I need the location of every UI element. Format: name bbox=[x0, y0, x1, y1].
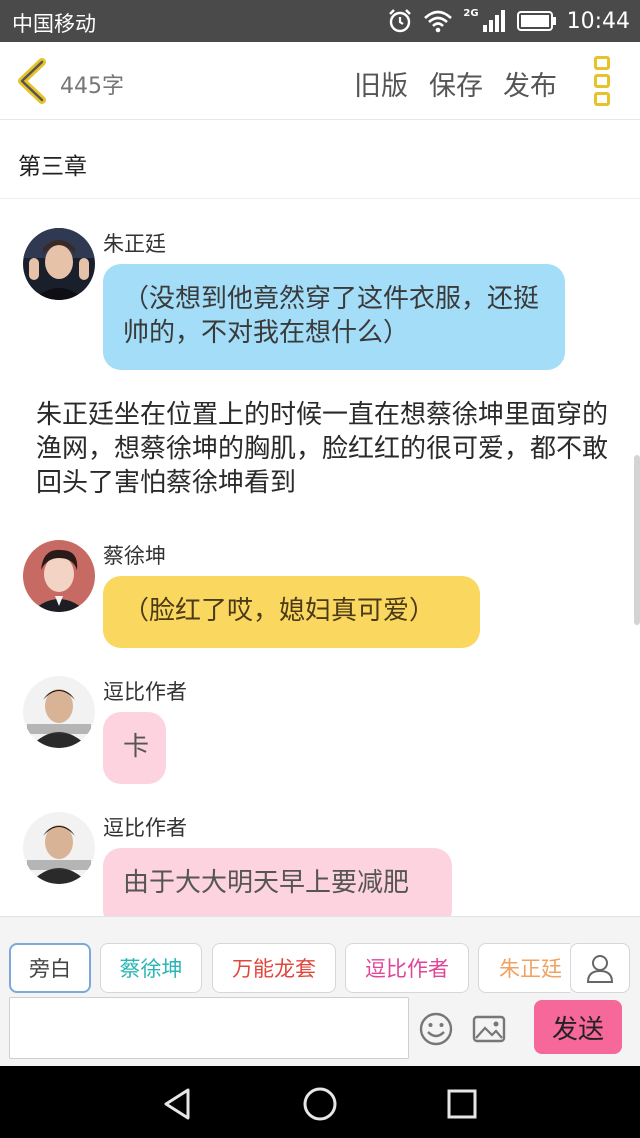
nav-home-icon[interactable] bbox=[300, 1084, 340, 1124]
avatar[interactable] bbox=[23, 228, 95, 300]
manage-roles-button[interactable] bbox=[570, 943, 630, 993]
more-menu-icon[interactable] bbox=[594, 56, 614, 106]
role-chip-zhuzhengting-wrapper: 朱正廷 bbox=[478, 943, 570, 993]
dialogue-bubble[interactable]: 卡 bbox=[103, 712, 166, 784]
speaker-name: 蔡徐坤 bbox=[103, 544, 166, 568]
nav-back-icon[interactable] bbox=[158, 1084, 198, 1124]
chapter-header[interactable]: 第三章 bbox=[0, 121, 640, 199]
role-chip-label: 万能龙套 bbox=[232, 957, 316, 981]
speaker-name: 逗比作者 bbox=[103, 680, 187, 704]
status-bar: 中国移动 2G 10:44 bbox=[0, 0, 640, 42]
role-chip-label: 朱正廷 bbox=[499, 957, 562, 981]
save-button[interactable]: 保存 bbox=[429, 64, 483, 103]
avatar[interactable] bbox=[23, 812, 95, 884]
role-chip-narration[interactable]: 旁白 bbox=[9, 943, 91, 993]
old-version-button[interactable]: 旧版 bbox=[354, 64, 408, 103]
role-chip-label: 逗比作者 bbox=[365, 957, 449, 981]
status-icons: 2G 10:44 bbox=[387, 6, 630, 36]
nav-recent-icon[interactable] bbox=[442, 1084, 482, 1124]
alarm-icon bbox=[389, 9, 412, 33]
editor-toolbar: 445字 旧版 保存 发布 bbox=[0, 42, 640, 120]
send-button[interactable]: 发送 bbox=[534, 1000, 622, 1054]
dialogue-bubble[interactable]: 由于大大明天早上要减肥 bbox=[103, 848, 452, 916]
message-input[interactable] bbox=[9, 997, 409, 1059]
speaker-name: 逗比作者 bbox=[103, 816, 187, 840]
wifi-icon bbox=[424, 10, 453, 33]
chapter-title: 第三章 bbox=[18, 154, 87, 180]
role-chip-label: 蔡徐坤 bbox=[119, 957, 183, 981]
word-count: 445字 bbox=[60, 74, 124, 99]
avatar[interactable] bbox=[23, 540, 95, 612]
role-chip-caixukun[interactable]: 蔡徐坤 bbox=[100, 943, 202, 993]
role-chip-author[interactable]: 逗比作者 bbox=[345, 943, 469, 993]
clock: 10:44 bbox=[566, 8, 630, 34]
role-chip-label: 旁白 bbox=[29, 957, 71, 981]
emoji-icon[interactable] bbox=[418, 1011, 454, 1047]
story-content[interactable]: 朱正廷 （没想到他竟然穿了这件衣服，还挺帅的，不对我在想什么） 朱正廷坐在位置上… bbox=[0, 200, 640, 916]
back-chevron-icon[interactable] bbox=[14, 58, 50, 104]
role-chip-zhuzhengting[interactable]: 朱正廷 bbox=[478, 943, 570, 993]
narration-text[interactable]: 朱正廷坐在位置上的时候一直在想蔡徐坤里面穿的渔网，想蔡徐坤的胸肌，脸红红的很可爱… bbox=[36, 398, 616, 500]
role-chip-extra[interactable]: 万能龙套 bbox=[212, 943, 336, 993]
scrollbar[interactable] bbox=[634, 455, 640, 625]
signal-icon bbox=[482, 10, 505, 32]
battery-icon bbox=[516, 11, 556, 31]
avatar[interactable] bbox=[23, 676, 95, 748]
dialogue-bubble[interactable]: （没想到他竟然穿了这件衣服，还挺帅的，不对我在想什么） bbox=[103, 264, 565, 370]
carrier-name: 中国移动 bbox=[12, 12, 96, 36]
compose-panel: 旁白 蔡徐坤 万能龙套 逗比作者 朱正廷 发送 bbox=[0, 916, 640, 1066]
image-icon[interactable] bbox=[471, 1011, 507, 1047]
publish-button[interactable]: 发布 bbox=[503, 64, 557, 103]
user-icon bbox=[586, 955, 614, 983]
speaker-name: 朱正廷 bbox=[103, 232, 166, 256]
system-nav-bar bbox=[0, 1066, 640, 1138]
network-type: 2G bbox=[463, 7, 479, 19]
dialogue-bubble[interactable]: （脸红了哎，媳妇真可爱） bbox=[103, 576, 480, 648]
